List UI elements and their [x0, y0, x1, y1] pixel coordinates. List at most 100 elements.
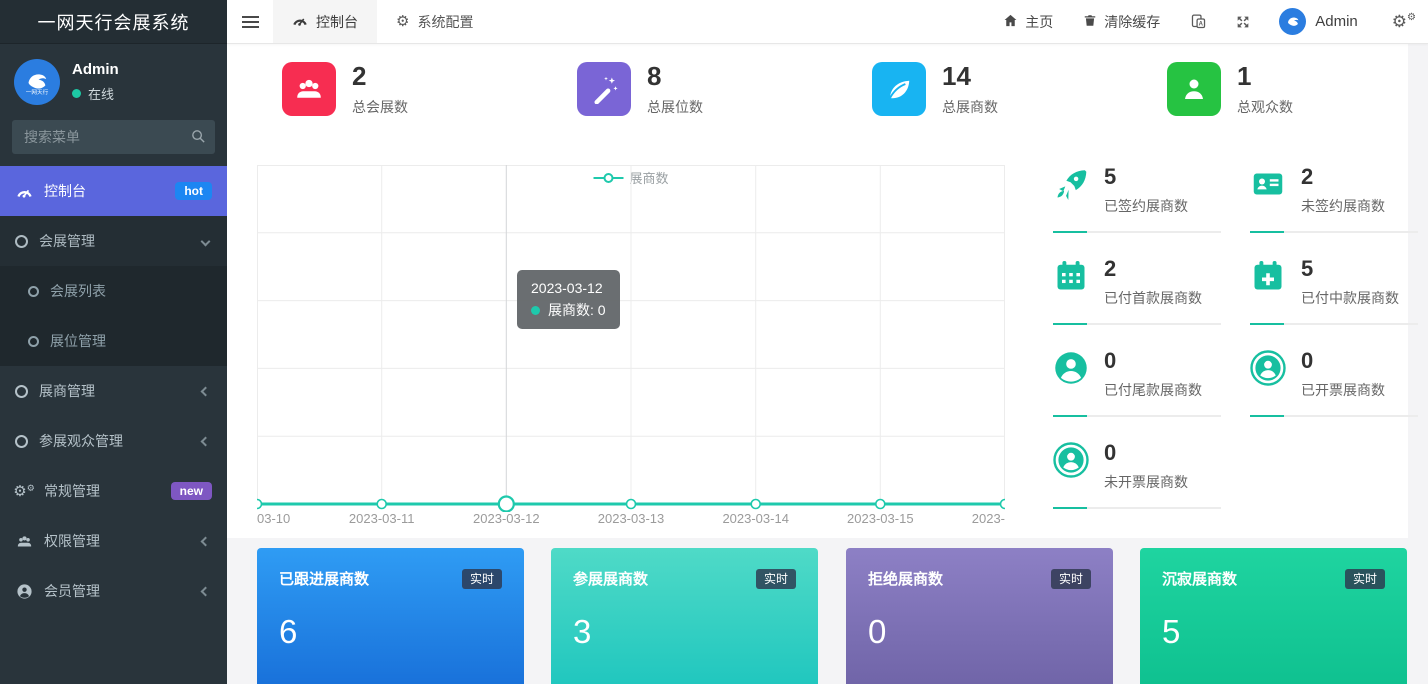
gauge-icon [292, 13, 308, 30]
stat-unsigned-exhibitors: 2 未签约展商数 [1250, 166, 1428, 233]
stat-label: 总观众数 [1237, 97, 1293, 117]
kpi-title: 拒绝展商数 [868, 568, 943, 589]
top-navbar: 控制台 ⚙ 系统配置 主页 清除缓存 A Admin ⚙⚙ [227, 0, 1428, 44]
sidebar-item-label: 展商管理 [39, 381, 95, 401]
stat-final-payment: 0 已付尾款展商数 [1053, 350, 1233, 417]
stat-total-exhibitions: 2 总会展数 [282, 62, 408, 117]
realtime-badge: 实时 [1051, 569, 1091, 589]
app-window: 一网天行会展系统 一网天行 Admin 在线 控制台 hot [0, 0, 1428, 684]
sidebar-item-exhibition-mgmt[interactable]: 会展管理 [0, 216, 227, 266]
kpi-card-participating-exhibitors: 参展展商数 实时 3 [551, 548, 818, 684]
chevron-left-icon [201, 386, 211, 396]
new-badge: new [171, 482, 212, 500]
sidebar-item-label: 会员管理 [44, 581, 100, 601]
fullscreen-expand-icon[interactable] [1235, 14, 1251, 30]
person-icon [1167, 62, 1221, 116]
hamburger-menu-icon[interactable] [227, 0, 273, 43]
svg-text:一网天行: 一网天行 [26, 88, 49, 96]
gears-icon: ⚙⚙ [15, 484, 33, 499]
navbar-avatar [1279, 8, 1306, 35]
tooltip-value: 展商数: 0 [548, 300, 606, 322]
stat-label: 总展位数 [647, 97, 703, 117]
gear-icon: ⚙ [396, 14, 409, 29]
main-content: 2 总会展数 8 总展位数 14 总展商数 1 总观众数 [227, 44, 1428, 684]
sidebar-item-general-mgmt[interactable]: ⚙⚙ 常规管理 new [0, 466, 227, 516]
tooltip-date: 2023-03-12 [531, 278, 606, 300]
tab-dashboard[interactable]: 控制台 [273, 0, 377, 43]
stat-not-invoiced: 0未开票展商数 [1053, 442, 1233, 509]
sidebar-item-permission-mgmt[interactable]: 权限管理 [0, 516, 227, 566]
sidebar-group-exhibitions: 会展管理 会展列表 展位管理 [0, 216, 227, 366]
realtime-badge: 实时 [462, 569, 502, 589]
kpi-title: 沉寂展商数 [1162, 568, 1237, 589]
chevron-left-icon [201, 536, 211, 546]
sidebar-search [12, 120, 215, 154]
stat-label: 已付首款展商数 [1104, 288, 1202, 308]
stat-value: 5 [1104, 166, 1188, 188]
stat-underline [1250, 415, 1418, 417]
stat-underline [1250, 323, 1418, 325]
sidebar-item-label: 展位管理 [50, 331, 106, 351]
stat-value: 0 [1301, 350, 1385, 372]
user-status: 在线 [88, 84, 114, 103]
x-axis-label: 2023-03-10 [257, 511, 290, 526]
stat-value: 5 [1301, 258, 1399, 280]
chevron-left-icon [201, 436, 211, 446]
kpi-card-followed-exhibitors: 已跟进展商数 实时 6 [257, 548, 524, 684]
stat-label: 已开票展商数 [1301, 380, 1385, 400]
tab-label: 控制台 [316, 12, 358, 32]
sidebar-item-exhibition-list[interactable]: 会展列表 [0, 266, 227, 316]
stat-value: 2 [1104, 258, 1202, 280]
chevron-down-icon [201, 236, 211, 246]
home-icon [1003, 13, 1018, 31]
users-icon [15, 533, 33, 550]
search-input[interactable] [12, 120, 215, 154]
navbar-user[interactable]: Admin [1279, 8, 1358, 35]
stat-label: 未开票展商数 [1104, 472, 1188, 492]
stat-first-payment: 2 已付首款展商数 [1053, 258, 1233, 325]
sidebar-item-dashboard[interactable]: 控制台 hot [0, 166, 227, 216]
sidebar-item-booth-mgmt[interactable]: 展位管理 [0, 316, 227, 366]
home-link[interactable]: 主页 [1003, 12, 1053, 32]
sidebar-item-exhibitor-mgmt[interactable]: 展商管理 [0, 366, 227, 416]
user-name: Admin [72, 61, 119, 78]
sidebar-item-member-mgmt[interactable]: 会员管理 [0, 566, 227, 616]
kpi-card-rejected-exhibitors: 拒绝展商数 实时 0 [846, 548, 1113, 684]
id-card-icon [1250, 166, 1286, 202]
magic-wand-icon [577, 62, 631, 116]
kpi-title: 参展展商数 [573, 568, 648, 589]
clear-cache-link[interactable]: 清除缓存 [1083, 12, 1160, 32]
settings-gears-icon[interactable]: ⚙⚙ [1392, 13, 1416, 30]
sidebar-item-label: 控制台 [44, 181, 86, 201]
user-circle-icon [1053, 350, 1089, 386]
user-avatar: 一网天行 [14, 59, 60, 105]
gauge-icon [15, 184, 33, 199]
navbar-user-name: Admin [1315, 13, 1358, 30]
circle-icon [15, 435, 28, 448]
clear-cache-label: 清除缓存 [1104, 12, 1160, 32]
stat-underline [1250, 231, 1418, 233]
stat-label: 未签约展商数 [1301, 196, 1385, 216]
online-status-dot [72, 89, 81, 98]
stat-value: 1 [1237, 62, 1293, 91]
sidebar-item-visitor-mgmt[interactable]: 参展观众管理 [0, 416, 227, 466]
realtime-badge: 实时 [1345, 569, 1385, 589]
stat-total-visitors: 1 总观众数 [1167, 62, 1293, 117]
circle-icon [28, 286, 39, 297]
user-ring-icon [1250, 350, 1286, 386]
stat-label: 已付尾款展商数 [1104, 380, 1202, 400]
kpi-value: 6 [279, 613, 502, 651]
chart-tooltip: 2023-03-12 展商数: 0 [517, 270, 620, 329]
tab-system-config[interactable]: ⚙ 系统配置 [377, 0, 492, 43]
translate-icon[interactable]: A [1190, 13, 1207, 30]
sidebar-item-label: 会展列表 [50, 281, 106, 301]
stat-underline [1053, 323, 1221, 325]
stat-value: 2 [352, 62, 408, 91]
user-panel: 一网天行 Admin 在线 [0, 44, 227, 118]
sidebar-submenu: 会展列表 展位管理 [0, 266, 227, 366]
user-ring-icon [1053, 442, 1089, 478]
stat-value: 0 [1104, 350, 1202, 372]
stat-value: 2 [1301, 166, 1385, 188]
chart-plot[interactable] [257, 160, 1005, 512]
search-icon[interactable] [190, 128, 207, 148]
